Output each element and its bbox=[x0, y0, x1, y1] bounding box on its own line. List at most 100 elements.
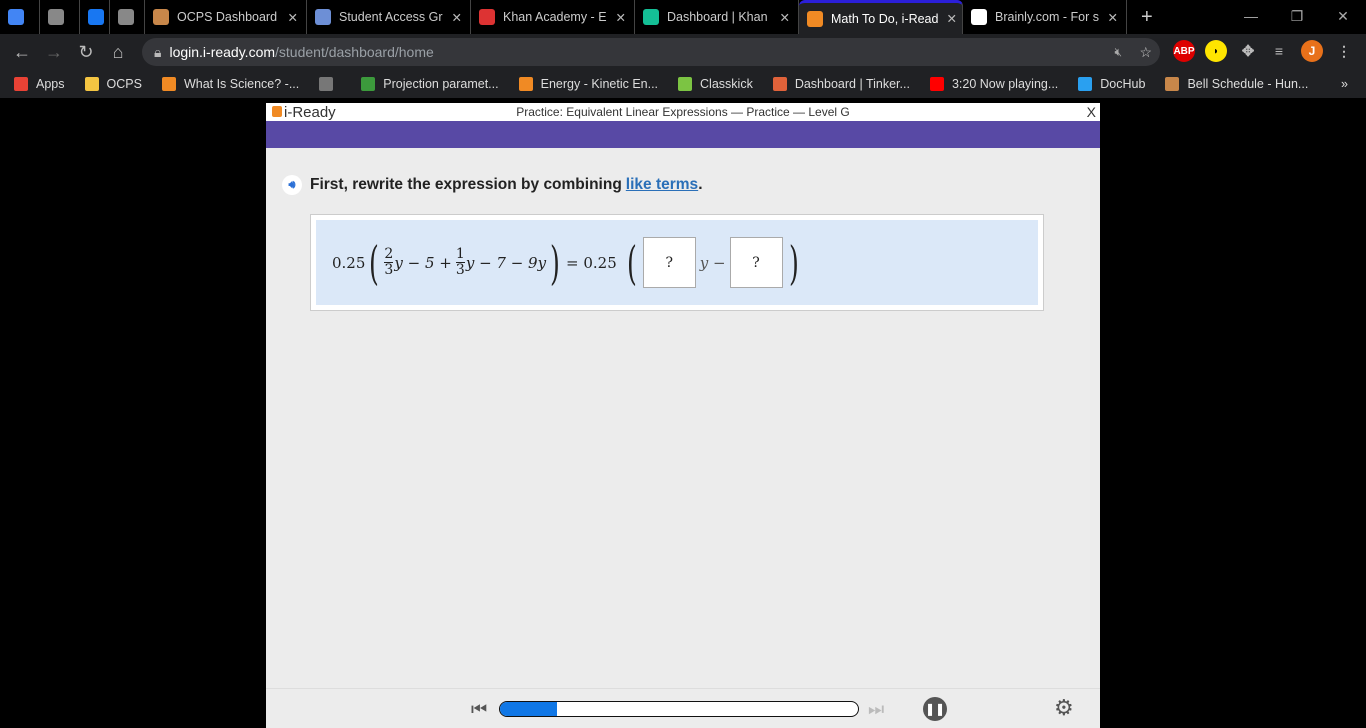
browser-tab[interactable]: Khan Academy - E ✕ bbox=[471, 0, 635, 34]
browser-tab[interactable]: Student Access Gr ✕ bbox=[307, 0, 471, 34]
browser-tab[interactable] bbox=[0, 0, 40, 34]
settings-gear-icon[interactable]: ⚙ bbox=[1054, 695, 1074, 721]
student-access-icon bbox=[315, 9, 331, 25]
equation: 0.25 ( 23 y − 5 + 13 y − 7 − 9y ) = 0.25… bbox=[316, 220, 1038, 305]
bookmark-item[interactable]: Dashboard | Tinker... bbox=[772, 77, 910, 91]
question-prompt: 🔊︎ First, rewrite the expression by comb… bbox=[282, 175, 703, 195]
browser-tab[interactable]: Dashboard | Khan ✕ bbox=[635, 0, 799, 34]
previous-icon[interactable]: ⏮ bbox=[471, 699, 487, 720]
browser-tab[interactable] bbox=[110, 0, 145, 34]
equals-coef: = 0.25 bbox=[566, 253, 617, 272]
docs-icon bbox=[8, 9, 24, 25]
close-lesson-button[interactable]: X bbox=[1087, 104, 1096, 120]
bookmark-label: Projection paramet... bbox=[383, 77, 499, 91]
adblock-extension-icon[interactable]: ABP bbox=[1173, 40, 1195, 62]
pacman-extension-icon[interactable]: ◗ bbox=[1205, 40, 1227, 62]
fraction-two-thirds: 23 bbox=[384, 247, 394, 278]
denominator: 3 bbox=[455, 262, 465, 278]
profile-avatar[interactable]: J bbox=[1301, 40, 1323, 62]
lesson-header: i-Ready Practice: Equivalent Linear Expr… bbox=[266, 103, 1100, 121]
close-tab-icon[interactable]: ✕ bbox=[1100, 10, 1118, 25]
answer-box-coefficient[interactable]: ? bbox=[642, 237, 696, 288]
bookmark-favicon-icon bbox=[678, 77, 693, 91]
extensions-puzzle-icon[interactable]: ✥ bbox=[1237, 40, 1259, 62]
menu-kebab-icon[interactable]: ⋮ bbox=[1333, 40, 1355, 62]
reload-button[interactable]: ↻ bbox=[70, 42, 102, 63]
star-icon[interactable]: ☆ bbox=[1139, 44, 1152, 61]
media-queue-icon[interactable]: ≡ bbox=[1268, 40, 1290, 62]
close-tab-icon[interactable]: ✕ bbox=[608, 10, 626, 25]
iready-icon bbox=[807, 10, 823, 27]
tab-title: Brainly.com - For s bbox=[995, 10, 1099, 24]
term-1: y − 5 + bbox=[394, 253, 452, 272]
bookmark-item[interactable]: Energy - Kinetic En... bbox=[518, 77, 658, 91]
browser-toolbar: ← → ↻ ⌂ 🔒︎ login.i-ready.com/student/das… bbox=[0, 34, 1366, 70]
coefficient: 0.25 bbox=[332, 253, 366, 272]
back-button[interactable]: ← bbox=[6, 42, 38, 63]
tab-title: Math To Do, i-Read bbox=[831, 11, 939, 26]
bookmarks-overflow-button[interactable]: » bbox=[1341, 77, 1348, 91]
media-blocked-icon[interactable]: 🔇︎ bbox=[1114, 45, 1122, 60]
next-icon[interactable]: ⏭ bbox=[868, 699, 884, 720]
browser-tab[interactable]: Math To Do, i-Read ✕ bbox=[799, 0, 963, 34]
url-domain: login.i-ready.com bbox=[169, 44, 276, 60]
bookmark-label: 3:20 Now playing... bbox=[951, 77, 1059, 91]
browser-tab[interactable]: Brainly.com - For s ✕ bbox=[963, 0, 1127, 34]
close-tab-icon[interactable]: ✕ bbox=[938, 11, 956, 26]
left-paren: ( bbox=[369, 235, 380, 290]
close-window-button[interactable]: ✕ bbox=[1320, 0, 1366, 32]
bookmark-label: OCPS bbox=[106, 77, 142, 91]
bookmark-item[interactable]: Apps bbox=[14, 77, 65, 91]
bookmark-favicon-icon bbox=[361, 77, 376, 91]
tab-title: Dashboard | Khan bbox=[667, 10, 768, 24]
close-tab-icon[interactable]: ✕ bbox=[444, 10, 462, 25]
brainly-icon bbox=[971, 9, 987, 25]
browser-tab[interactable] bbox=[40, 0, 80, 34]
muted-audio-icon bbox=[118, 9, 134, 25]
bookmark-item[interactable]: Bell Schedule - Hun... bbox=[1165, 77, 1308, 91]
bookmark-item[interactable]: OCPS bbox=[84, 77, 142, 91]
answer-box-constant[interactable]: ? bbox=[729, 237, 783, 288]
bookmarks-bar: Apps OCPS What Is Science? -... Projection … bbox=[0, 70, 1366, 98]
right-paren: ) bbox=[788, 235, 799, 290]
ocps-icon bbox=[153, 9, 169, 25]
bookmark-item[interactable]: Projection paramet... bbox=[361, 77, 499, 91]
new-tab-button[interactable]: + bbox=[1141, 6, 1153, 29]
lesson-controls: ⏮ ⏭ ❚❚ ⚙ bbox=[266, 688, 1100, 728]
y-minus: y − bbox=[699, 253, 726, 272]
numerator: 1 bbox=[455, 246, 465, 262]
speaker-icon[interactable]: 🔊︎ bbox=[282, 175, 302, 195]
close-tab-icon[interactable]: ✕ bbox=[280, 10, 298, 25]
like-terms-link[interactable]: like terms bbox=[626, 176, 698, 194]
bookmark-item[interactable]: What Is Science? -... bbox=[161, 77, 299, 91]
bookmark-favicon-icon bbox=[772, 77, 787, 91]
bookmark-item[interactable]: Classkick bbox=[678, 77, 753, 91]
window-controls: — ❐ ✕ bbox=[1228, 0, 1366, 32]
bookmark-favicon-icon bbox=[319, 77, 334, 91]
khan-icon bbox=[643, 9, 659, 25]
browser-tab[interactable]: OCPS Dashboard ✕ bbox=[145, 0, 307, 34]
home-button[interactable]: ⌂ bbox=[102, 42, 134, 63]
minimize-button[interactable]: — bbox=[1228, 0, 1274, 32]
header-band bbox=[266, 121, 1100, 148]
address-bar[interactable]: 🔒︎ login.i-ready.com/student/dashboard/h… bbox=[142, 38, 1160, 66]
bookmark-item[interactable]: DocHub bbox=[1078, 77, 1145, 91]
tab-title: Khan Academy - E bbox=[503, 10, 607, 24]
iready-lesson-window: i-Ready Practice: Equivalent Linear Expr… bbox=[266, 103, 1100, 728]
khan-loading-icon bbox=[479, 9, 495, 25]
bookmark-item[interactable] bbox=[319, 77, 341, 91]
bookmark-label: Dashboard | Tinker... bbox=[794, 77, 910, 91]
browser-tab[interactable] bbox=[80, 0, 110, 34]
close-tab-icon[interactable]: ✕ bbox=[772, 10, 790, 25]
pause-button[interactable]: ❚❚ bbox=[923, 697, 947, 721]
restore-button[interactable]: ❐ bbox=[1274, 0, 1320, 32]
bookmark-favicon-icon bbox=[14, 77, 28, 91]
bookmark-item[interactable]: 3:20 Now playing... bbox=[929, 77, 1059, 91]
term-2: y − 7 − 9y bbox=[465, 253, 547, 272]
muted-audio-icon bbox=[48, 9, 64, 25]
forward-button[interactable]: → bbox=[38, 42, 70, 63]
lesson-progress-bar bbox=[499, 701, 859, 717]
denominator: 3 bbox=[384, 262, 394, 278]
left-paren: ( bbox=[626, 235, 637, 290]
prompt-text: First, rewrite the expression by combini… bbox=[310, 176, 622, 193]
